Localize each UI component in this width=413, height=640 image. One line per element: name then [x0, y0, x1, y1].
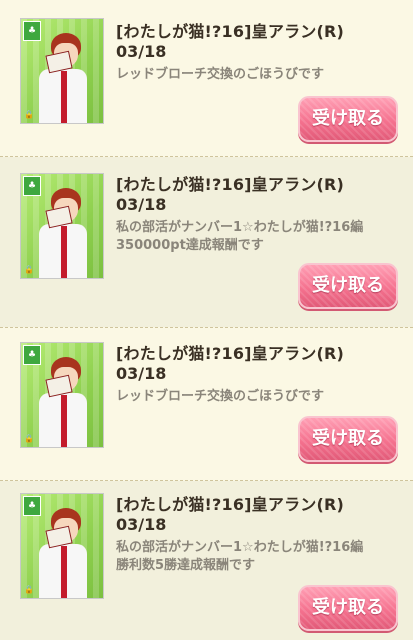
lock-icon: 🔒 [24, 434, 34, 443]
reward-date: 03/18 [116, 195, 167, 214]
reward-list: ♣ 🔒 [わたしが猫!?16]皇アラン(R) 03/18 レッドブローチ交換のご… [0, 0, 413, 640]
reward-title: [わたしが猫!?16]皇アラン(R) [116, 344, 345, 363]
card-thumbnail[interactable]: ♣ 🔒 [20, 493, 104, 599]
reward-description: 私の部活がナンバー1☆わたしが猫!?16編 勝利数5勝達成報酬です [116, 540, 364, 573]
receive-button[interactable]: 受け取る [298, 585, 398, 631]
clover-badge-icon: ♣ [23, 176, 41, 196]
reward-item: ♣ 🔒 [わたしが猫!?16]皇アラン(R) 03/18 レッドブローチ交換のご… [0, 0, 413, 156]
reward-title: [わたしが猫!?16]皇アラン(R) [116, 495, 345, 514]
reward-date: 03/18 [116, 364, 167, 383]
receive-button[interactable]: 受け取る [298, 416, 398, 462]
reward-description: 私の部活がナンバー1☆わたしが猫!?16編 350000pt達成報酬です [116, 220, 364, 253]
reward-description: レッドブローチ交換のごほうびです [116, 389, 325, 404]
receive-button[interactable]: 受け取る [298, 263, 398, 309]
lock-icon: 🔒 [24, 110, 34, 119]
reward-item: ♣ 🔒 [わたしが猫!?16]皇アラン(R) 03/18 私の部活がナンバー1☆… [0, 481, 413, 640]
card-thumbnail[interactable]: ♣ 🔒 [20, 173, 104, 279]
reward-item: ♣ 🔒 [わたしが猫!?16]皇アラン(R) 03/18 レッドブローチ交換のご… [0, 328, 413, 480]
card-thumbnail[interactable]: ♣ 🔒 [20, 18, 104, 124]
reward-date: 03/18 [116, 42, 167, 61]
card-thumbnail[interactable]: ♣ 🔒 [20, 342, 104, 448]
reward-date: 03/18 [116, 515, 167, 534]
reward-description: レッドブローチ交換のごほうびです [116, 67, 325, 82]
lock-icon: 🔒 [24, 585, 34, 594]
lock-icon: 🔒 [24, 265, 34, 274]
clover-badge-icon: ♣ [23, 496, 41, 516]
reward-title: [わたしが猫!?16]皇アラン(R) [116, 175, 345, 194]
reward-title: [わたしが猫!?16]皇アラン(R) [116, 22, 345, 41]
reward-item: ♣ 🔒 [わたしが猫!?16]皇アラン(R) 03/18 私の部活がナンバー1☆… [0, 157, 413, 327]
clover-badge-icon: ♣ [23, 21, 41, 41]
clover-badge-icon: ♣ [23, 345, 41, 365]
receive-button[interactable]: 受け取る [298, 96, 398, 142]
